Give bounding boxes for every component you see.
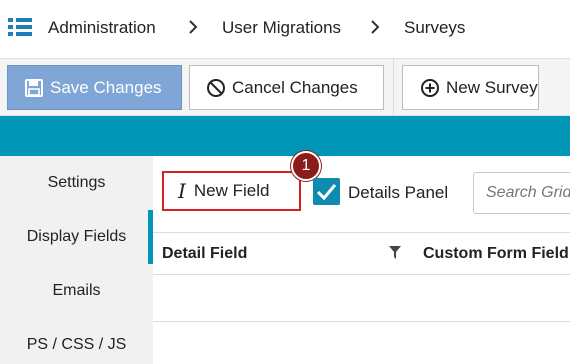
toolbar: Save Changes Cancel Changes New Survey: [0, 58, 570, 117]
chevron-right-icon: [371, 20, 380, 34]
column-header-custom-form-field[interactable]: Custom Form Field: [423, 245, 569, 263]
sidebar-item-label: PS / CSS / JS: [26, 336, 127, 353]
add-circle-icon: [421, 78, 439, 97]
sidebar-item-emails[interactable]: Emails: [0, 264, 153, 318]
sidebar-item-label: Settings: [47, 174, 106, 191]
sidebar-item-settings[interactable]: Settings: [0, 156, 153, 210]
sidebar-item-display-fields[interactable]: Display Fields: [0, 210, 153, 264]
cancel-changes-button[interactable]: Cancel Changes: [189, 65, 384, 110]
sidebar-item-label: Display Fields: [26, 228, 127, 245]
new-field-label: New Field: [193, 181, 270, 200]
new-survey-button[interactable]: New Survey: [402, 65, 539, 110]
sidebar-item-ps-css-js[interactable]: PS / CSS / JS: [0, 318, 153, 364]
sidebar-item-label: Emails: [52, 282, 101, 299]
search-grid-input[interactable]: Search Grid: [473, 172, 570, 214]
table-row: [153, 275, 570, 322]
table-header: Detail Field Custom Form Field: [153, 232, 570, 275]
cancel-icon: [207, 78, 225, 97]
column-header-detail-field[interactable]: Detail Field: [162, 245, 247, 263]
cancel-changes-label: Cancel Changes: [232, 77, 358, 97]
save-changes-button[interactable]: Save Changes: [7, 65, 182, 110]
table-row: [153, 322, 570, 364]
details-panel-checkbox[interactable]: [313, 178, 340, 205]
header-accent-bar: [0, 116, 570, 156]
new-survey-label: New Survey: [446, 77, 538, 97]
breadcrumb-item-user-migrations[interactable]: User Migrations: [222, 18, 341, 38]
toolbar-divider: [393, 59, 394, 117]
save-changes-label: Save Changes: [50, 77, 162, 97]
new-field-button[interactable]: I New Field: [162, 171, 301, 211]
save-icon: [25, 78, 43, 97]
details-panel-label: Details Panel: [348, 183, 449, 202]
list-menu-icon[interactable]: [8, 17, 32, 37]
chevron-right-icon: [189, 20, 198, 34]
breadcrumb-item-administration[interactable]: Administration: [48, 18, 156, 38]
text-cursor-icon: I: [178, 179, 186, 203]
breadcrumb: Administration User Migrations Surveys: [0, 0, 570, 58]
breadcrumb-item-surveys: Surveys: [404, 18, 466, 37]
step-badge: 1: [291, 151, 321, 181]
filter-icon[interactable]: [389, 246, 401, 260]
